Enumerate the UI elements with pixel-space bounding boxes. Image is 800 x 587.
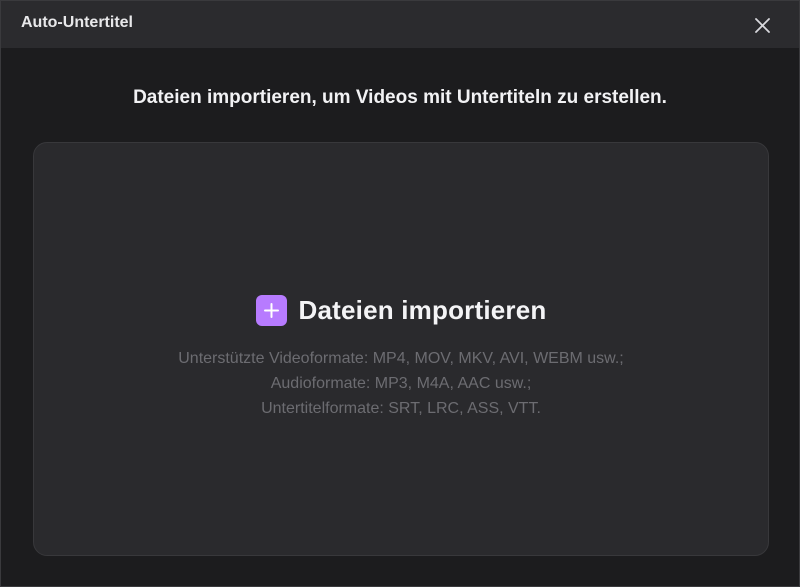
- dialog-title: Auto-Untertitel: [21, 14, 133, 31]
- supported-formats-text: Unterstützte Videoformate: MP4, MOV, MKV…: [34, 346, 768, 421]
- import-dropzone[interactable]: Dateien importieren Unterstützte Videofo…: [33, 142, 769, 556]
- close-button[interactable]: [745, 11, 779, 39]
- auto-subtitle-dialog: Auto-Untertitel Dateien importieren, um …: [0, 0, 800, 587]
- title-bar: Auto-Untertitel: [1, 1, 799, 48]
- page-headline: Dateien importieren, um Videos mit Unter…: [133, 87, 667, 108]
- audio-formats-line: Audioformate: MP3, M4A, AAC usw.;: [270, 375, 532, 392]
- video-formats-line: Unterstützte Videoformate: MP4, MOV, MKV…: [178, 350, 624, 367]
- import-files-button[interactable]: Dateien importieren: [34, 295, 768, 326]
- subtitle-formats-line: Untertitelformate: SRT, LRC, ASS, VTT.: [261, 400, 541, 417]
- close-icon: [754, 17, 770, 33]
- import-files-label: Dateien importieren: [298, 295, 547, 325]
- plus-icon: [255, 295, 287, 326]
